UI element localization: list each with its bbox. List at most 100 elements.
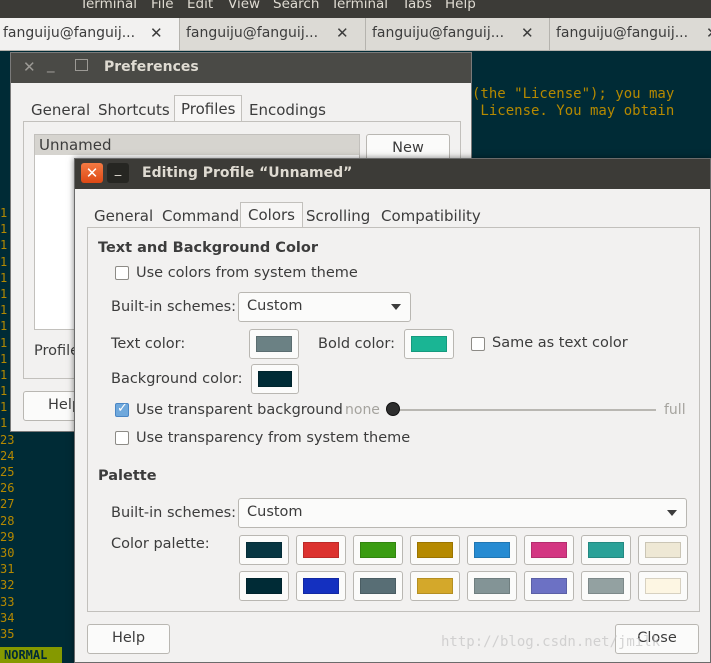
text-color-button[interactable] bbox=[249, 329, 299, 359]
palette-color-button[interactable] bbox=[239, 571, 289, 601]
text-background-heading: Text and Background Color bbox=[98, 240, 318, 256]
line-number: 25 bbox=[0, 465, 15, 479]
line-number: 26 bbox=[0, 481, 15, 496]
chevron-down-icon bbox=[667, 510, 677, 516]
palette-color-button[interactable] bbox=[239, 535, 289, 565]
tab-general[interactable]: General bbox=[31, 101, 90, 119]
line-number: 30 bbox=[0, 545, 15, 560]
palette-color-button[interactable] bbox=[353, 535, 403, 565]
palette-color-button[interactable] bbox=[581, 535, 631, 565]
background-color-button[interactable] bbox=[251, 364, 299, 394]
terminal-output-line: (the "License"); you may bbox=[472, 86, 675, 102]
bold-color-button[interactable] bbox=[404, 329, 454, 359]
palette-color-swatch bbox=[303, 578, 339, 594]
menu-tabs[interactable]: Tabs bbox=[402, 0, 432, 12]
menu-search[interactable]: Search bbox=[273, 0, 319, 12]
tab-command[interactable]: Command bbox=[162, 207, 239, 225]
minimize-icon[interactable]: _ bbox=[47, 55, 55, 73]
slider-min-label: none bbox=[345, 402, 380, 418]
tab-encodings[interactable]: Encodings bbox=[249, 101, 326, 119]
maximize-icon[interactable] bbox=[75, 59, 88, 71]
use-system-colors-checkbox[interactable] bbox=[115, 266, 129, 280]
close-icon[interactable]: ✕ bbox=[706, 24, 711, 42]
menu-edit[interactable]: Edit bbox=[187, 0, 213, 12]
close-icon[interactable]: ✕ bbox=[23, 58, 36, 76]
palette-color-button[interactable] bbox=[296, 571, 346, 601]
line-number: 33 bbox=[0, 594, 15, 609]
terminal-output-line: License. You may obtain bbox=[472, 103, 675, 119]
slider-max-label: full bbox=[664, 402, 686, 418]
terminal-tab[interactable]: fanguiju@fanguij... ✕ bbox=[550, 18, 711, 50]
background-color-label: Background color: bbox=[111, 371, 243, 387]
chevron-down-icon bbox=[391, 304, 401, 310]
menu-help[interactable]: Help bbox=[445, 0, 476, 12]
transparent-background-label: Use transparent background bbox=[136, 402, 343, 418]
minimize-icon[interactable]: _ bbox=[107, 163, 129, 183]
palette-color-button[interactable] bbox=[467, 535, 517, 565]
builtin-schemes-label: Built-in schemes: bbox=[111, 299, 237, 315]
palette-color-button[interactable] bbox=[353, 571, 403, 601]
terminal-tab[interactable]: fanguiju@fanguij... ✕ bbox=[366, 18, 550, 50]
palette-schemes-value: Custom bbox=[247, 504, 303, 520]
palette-color-button[interactable] bbox=[296, 535, 346, 565]
editing-profile-title: Editing Profile “Unnamed” bbox=[142, 165, 353, 181]
same-as-text-checkbox[interactable] bbox=[471, 337, 485, 351]
palette-color-button[interactable] bbox=[524, 535, 574, 565]
transparency-slider-handle[interactable] bbox=[386, 402, 400, 416]
transparency-slider-track[interactable] bbox=[393, 409, 656, 411]
close-icon[interactable]: ✕ bbox=[336, 24, 349, 42]
palette-color-button[interactable] bbox=[581, 571, 631, 601]
editing-profile-titlebar[interactable]: ✕ _ Editing Profile “Unnamed” bbox=[75, 159, 710, 189]
line-number: 34 bbox=[0, 610, 15, 625]
palette-color-swatch bbox=[588, 542, 624, 558]
menu-terminal-app[interactable]: Terminal bbox=[80, 0, 137, 12]
terminal-tab-label: fanguiju@fanguij... bbox=[556, 25, 689, 41]
tab-profiles[interactable]: Profiles bbox=[174, 95, 243, 122]
menu-view[interactable]: View bbox=[228, 0, 260, 12]
terminal-tab-label: fanguiju@fanguij... bbox=[186, 25, 319, 41]
palette-color-swatch bbox=[588, 578, 624, 594]
text-color-label: Text color: bbox=[111, 336, 186, 352]
palette-heading: Palette bbox=[98, 468, 157, 484]
palette-color-swatch bbox=[246, 578, 282, 594]
palette-color-swatch bbox=[645, 542, 681, 558]
palette-color-swatch bbox=[417, 542, 453, 558]
tab-scrolling[interactable]: Scrolling bbox=[306, 207, 370, 225]
close-icon[interactable]: ✕ bbox=[521, 24, 534, 42]
palette-color-swatch bbox=[531, 578, 567, 594]
close-icon[interactable]: ✕ bbox=[150, 24, 163, 42]
palette-color-button[interactable] bbox=[410, 535, 460, 565]
palette-color-button[interactable] bbox=[467, 571, 517, 601]
terminal-tabs: fanguiju@fanguij... ✕ fanguiju@fanguij..… bbox=[0, 18, 711, 51]
palette-color-swatch bbox=[474, 542, 510, 558]
close-icon[interactable]: ✕ bbox=[81, 163, 103, 183]
palette-schemes-dropdown[interactable]: Custom bbox=[238, 498, 687, 528]
help-button[interactable]: Help bbox=[87, 624, 170, 654]
palette-color-button[interactable] bbox=[410, 571, 460, 601]
profile-list-item[interactable]: Unnamed bbox=[35, 135, 359, 155]
terminal-tab-label: fanguiju@fanguij... bbox=[372, 25, 505, 41]
same-as-text-label: Same as text color bbox=[492, 335, 628, 351]
builtin-schemes-dropdown[interactable]: Custom bbox=[238, 292, 411, 322]
terminal-tab[interactable]: fanguiju@fanguij... ✕ bbox=[180, 18, 366, 50]
tab-general[interactable]: General bbox=[94, 207, 153, 225]
builtin-schemes-value: Custom bbox=[247, 298, 303, 314]
line-number: 32 bbox=[0, 578, 15, 593]
tab-shortcuts[interactable]: Shortcuts bbox=[98, 101, 170, 119]
vim-mode-indicator: NORMAL bbox=[0, 647, 62, 663]
palette-color-swatch bbox=[360, 578, 396, 594]
preferences-titlebar[interactable]: ✕ _ Preferences bbox=[11, 53, 471, 83]
palette-color-button[interactable] bbox=[638, 535, 688, 565]
line-number: 24 bbox=[0, 448, 15, 463]
text-color-swatch bbox=[256, 336, 292, 352]
tab-colors[interactable]: Colors bbox=[240, 202, 303, 229]
menu-terminal[interactable]: Terminal bbox=[331, 0, 388, 12]
transparent-background-checkbox[interactable] bbox=[115, 401, 129, 417]
palette-color-swatch bbox=[417, 578, 453, 594]
tab-compatibility[interactable]: Compatibility bbox=[381, 207, 481, 225]
palette-color-button[interactable] bbox=[638, 571, 688, 601]
menu-file[interactable]: File bbox=[151, 0, 174, 12]
palette-color-button[interactable] bbox=[524, 571, 574, 601]
system-transparency-checkbox[interactable] bbox=[115, 431, 129, 445]
terminal-tab[interactable]: fanguiju@fanguij... ✕ bbox=[0, 18, 180, 50]
